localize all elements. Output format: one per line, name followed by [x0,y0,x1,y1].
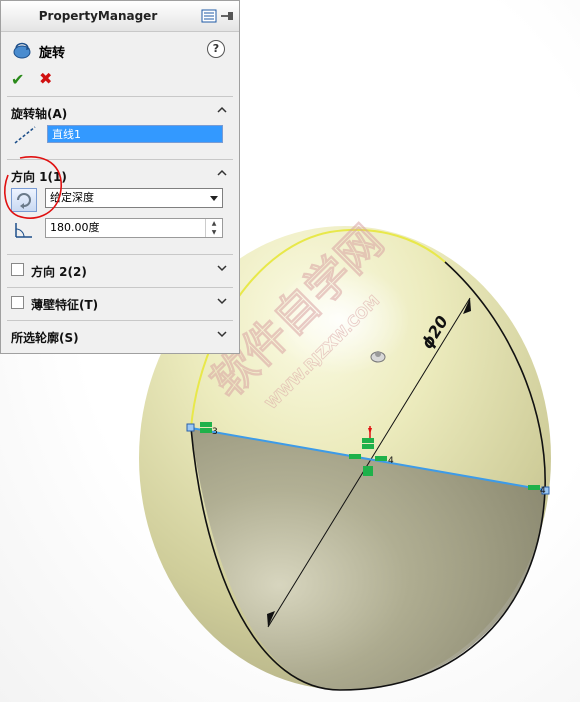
rotation-axis-field[interactable]: 直线1 [47,125,223,143]
panel-layout-icon[interactable] [201,9,217,23]
spin-down-icon[interactable]: ▼ [206,228,222,237]
cancel-button[interactable]: ✖ [39,69,52,88]
chevron-down-icon[interactable] [215,327,229,341]
selected-contours-section-header[interactable]: 所选轮廓(S) [7,321,233,349]
svg-text:4: 4 [540,486,546,496]
panel-title: PropertyManager [38,9,158,23]
direction2-checkbox[interactable] [11,263,24,276]
thin-feature-section: 薄壁特征(T) [7,288,233,321]
thin-feature-section-header[interactable]: 薄壁特征(T) [7,288,233,316]
direction2-section: 方向 2(2) [7,255,233,288]
feature-header: 旋转 ? [1,32,239,66]
pin-icon[interactable] [219,9,235,23]
spin-up-icon[interactable]: ▲ [206,219,222,228]
axis-endpoint-left[interactable] [186,423,195,432]
red-annotation-circle [4,156,62,219]
chevron-down-icon[interactable] [215,261,229,275]
thin-feature-section-title: 薄壁特征(T) [31,298,99,312]
direction2-section-header[interactable]: 方向 2(2) [7,255,233,283]
axis-section-header[interactable]: 旋转轴(A) [7,97,233,125]
property-manager-titlebar: PropertyManager [1,1,239,32]
chevron-up-icon[interactable] [215,103,229,117]
svg-text:4: 4 [388,456,394,466]
svg-text:3: 3 [212,427,218,437]
chevron-down-icon[interactable] [215,294,229,308]
axis-section-title: 旋转轴(A) [11,107,68,121]
revolve-feature-icon [11,40,33,60]
selected-contours-section-title: 所选轮廓(S) [11,331,79,345]
axis-line-icon [13,125,37,145]
thin-feature-checkbox[interactable] [11,296,24,309]
feature-name: 旋转 [39,46,66,61]
confirm-row: ✔ ✖ [7,66,233,97]
angle-spinner[interactable]: ▲ ▼ [205,219,222,237]
ok-button[interactable]: ✔ [11,70,24,89]
help-icon[interactable]: ? [207,40,225,58]
direction2-section-title: 方向 2(2) [31,265,87,279]
dropdown-arrow-icon [210,196,218,201]
selected-contours-section: 所选轮廓(S) [7,321,233,351]
chevron-up-icon[interactable] [215,166,229,180]
